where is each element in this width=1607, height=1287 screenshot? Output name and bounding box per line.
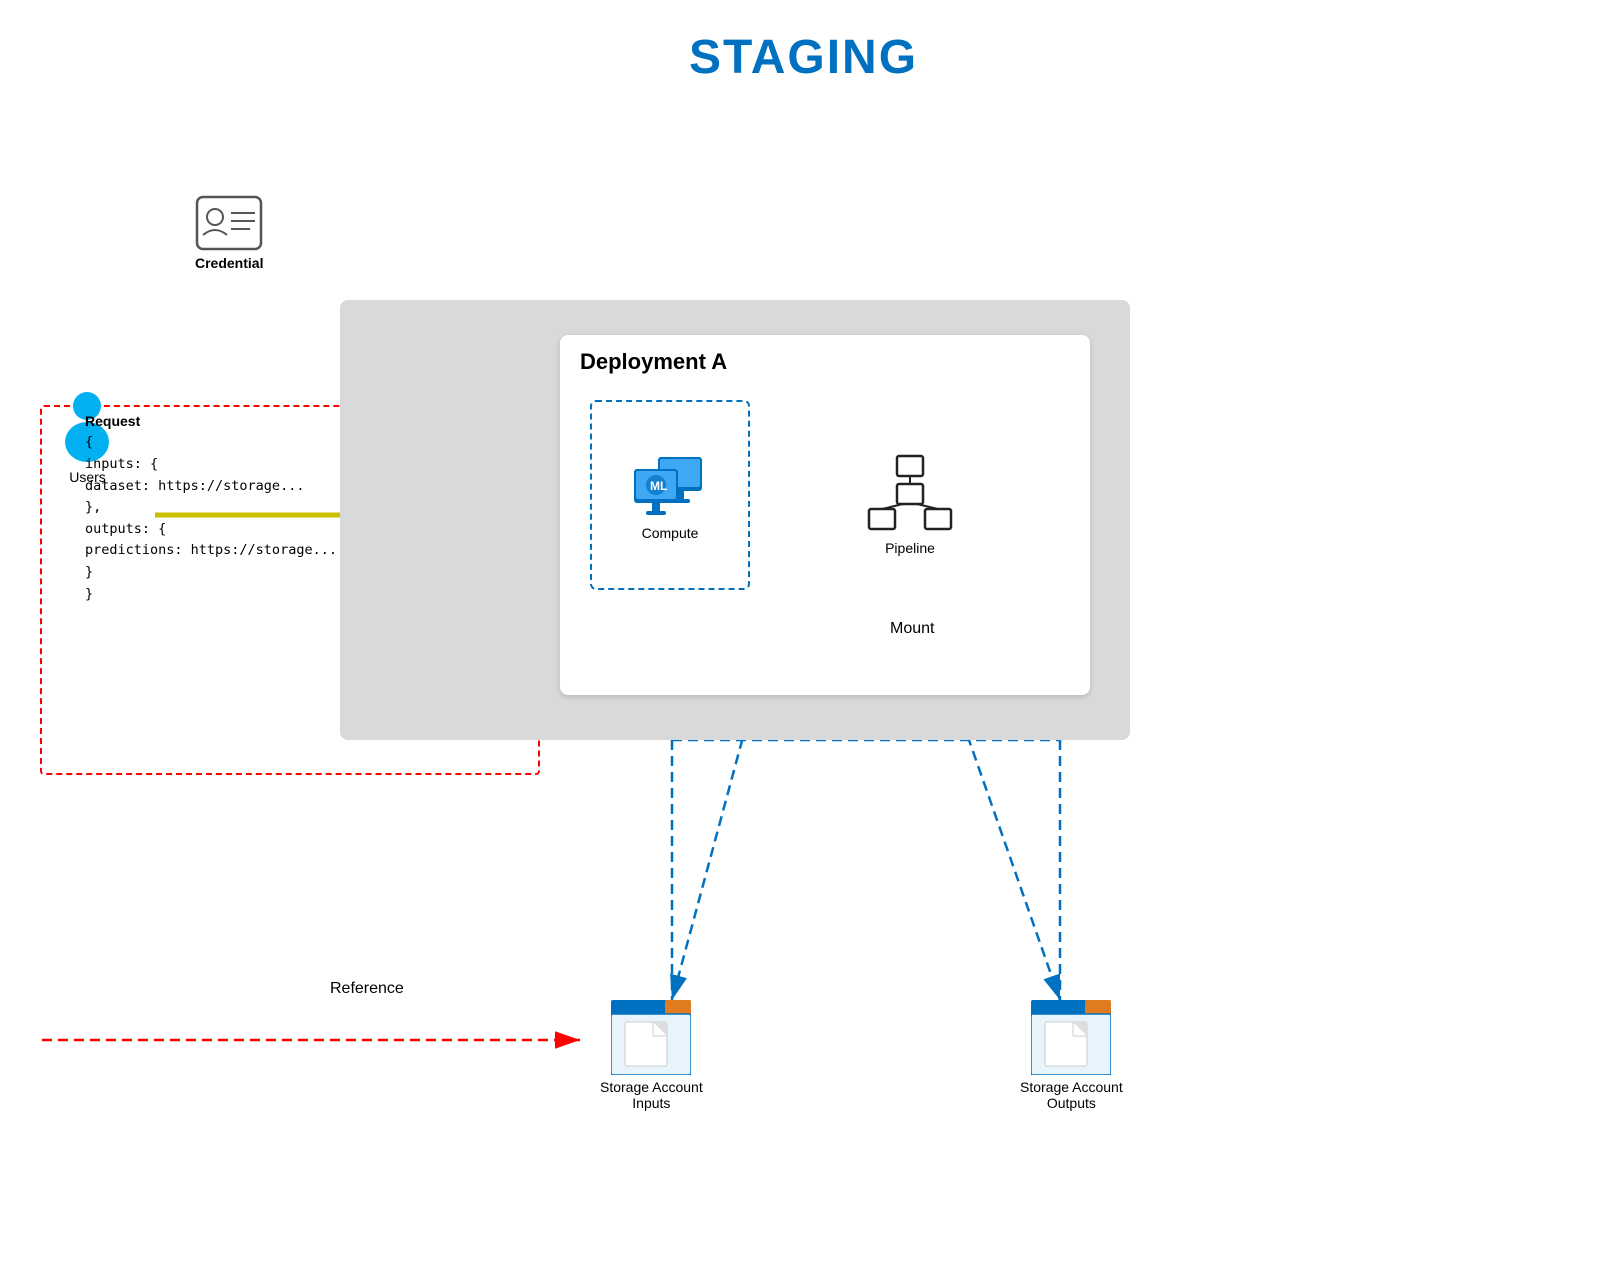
compute-label: Compute xyxy=(642,525,699,541)
compute-svg: ML xyxy=(630,449,710,519)
storage-outputs-label: Storage Account Outputs xyxy=(1020,1079,1123,1111)
compute-dashed-box: ML Compute xyxy=(590,400,750,590)
deployment-a-title: Deployment A xyxy=(560,335,1090,375)
deployment-area: Deployment A ML Compute xyxy=(340,300,1130,740)
request-label: Request xyxy=(85,410,337,432)
page-title: STAGING xyxy=(0,0,1607,85)
mount-label: Mount xyxy=(890,620,934,638)
svg-text:ML: ML xyxy=(650,479,667,493)
storage-inputs-icon: Storage Account Inputs xyxy=(600,1000,703,1111)
deployment-a-box: Deployment A ML Compute xyxy=(560,335,1090,695)
request-line3: dataset: https://storage... xyxy=(85,476,337,498)
request-block: Request { inputs: { dataset: https://sto… xyxy=(85,410,337,605)
pipeline-box: Pipeline xyxy=(820,415,1000,595)
request-line7: } xyxy=(85,562,337,584)
storage-outputs-icon: Storage Account Outputs xyxy=(1020,1000,1123,1111)
storage-outputs-svg xyxy=(1031,1000,1111,1075)
reference-label: Reference xyxy=(330,980,404,998)
request-line4: }, xyxy=(85,497,337,519)
request-line1: { xyxy=(85,432,337,454)
credential-svg xyxy=(195,195,263,251)
credential-label: Credential xyxy=(195,255,263,271)
storage-inputs-label: Storage Account Inputs xyxy=(600,1079,703,1111)
pipeline-svg xyxy=(865,454,955,534)
request-line6: predictions: https://storage... xyxy=(85,540,337,562)
request-line8: } xyxy=(85,584,337,606)
request-line5: outputs: { xyxy=(85,519,337,541)
storage-inputs-svg xyxy=(611,1000,691,1075)
request-line2: inputs: { xyxy=(85,454,337,476)
pipeline-label: Pipeline xyxy=(885,540,935,556)
credential-icon: Credential xyxy=(195,195,263,271)
